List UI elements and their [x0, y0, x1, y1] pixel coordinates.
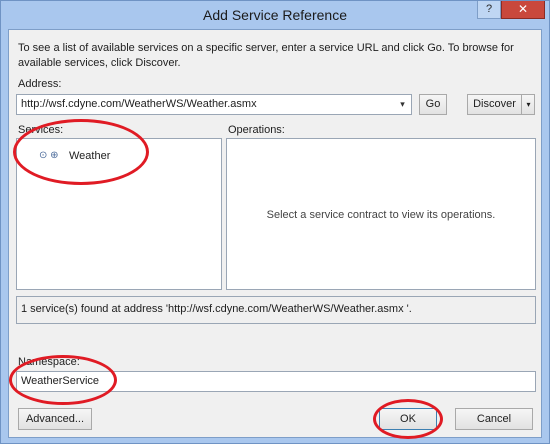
tree-item-label: Weather — [69, 150, 111, 162]
operations-label: Operations: — [228, 124, 285, 136]
discover-label: Discover — [473, 98, 516, 110]
namespace-label: Namespace: — [18, 356, 80, 368]
help-button[interactable]: ? — [477, 1, 501, 19]
namespace-input[interactable]: WeatherService — [16, 371, 536, 392]
window-title: Add Service Reference — [203, 7, 347, 23]
advanced-button[interactable]: Advanced... — [18, 408, 92, 430]
services-tree[interactable]: ⊙ ⊕ Weather — [16, 138, 222, 290]
close-icon: ✕ — [517, 2, 529, 16]
address-label: Address: — [18, 78, 62, 90]
chevron-down-icon[interactable]: ▾ — [394, 95, 411, 114]
service-globe-icon: ⊙ ⊕ — [39, 150, 59, 161]
address-value: http://wsf.cdyne.com/WeatherWS/Weather.a… — [21, 98, 257, 110]
dialog-window: Add Service Reference ? ✕ To see a list … — [0, 0, 550, 444]
services-label: Services: — [18, 124, 64, 136]
go-button[interactable]: Go — [419, 94, 447, 115]
operations-placeholder: Select a service contract to view its op… — [266, 209, 496, 221]
status-box: 1 service(s) found at address 'http://ws… — [16, 296, 536, 324]
status-text: 1 service(s) found at address 'http://ws… — [21, 303, 412, 315]
title-bar[interactable]: Add Service Reference ? ✕ — [1, 1, 549, 29]
instructions-text: To see a list of available services on a… — [18, 42, 514, 69]
discover-button[interactable]: Discover ▾ — [467, 94, 535, 115]
namespace-value: WeatherService — [21, 375, 100, 387]
ok-button[interactable]: OK — [379, 408, 437, 430]
chevron-down-icon[interactable]: ▾ — [521, 95, 535, 114]
cancel-button[interactable]: Cancel — [455, 408, 533, 430]
operations-list[interactable]: Select a service contract to view its op… — [226, 138, 536, 290]
address-combobox[interactable]: http://wsf.cdyne.com/WeatherWS/Weather.a… — [16, 94, 412, 115]
dialog-body: To see a list of available services on a… — [8, 29, 542, 438]
close-button[interactable]: ✕ — [501, 1, 545, 19]
